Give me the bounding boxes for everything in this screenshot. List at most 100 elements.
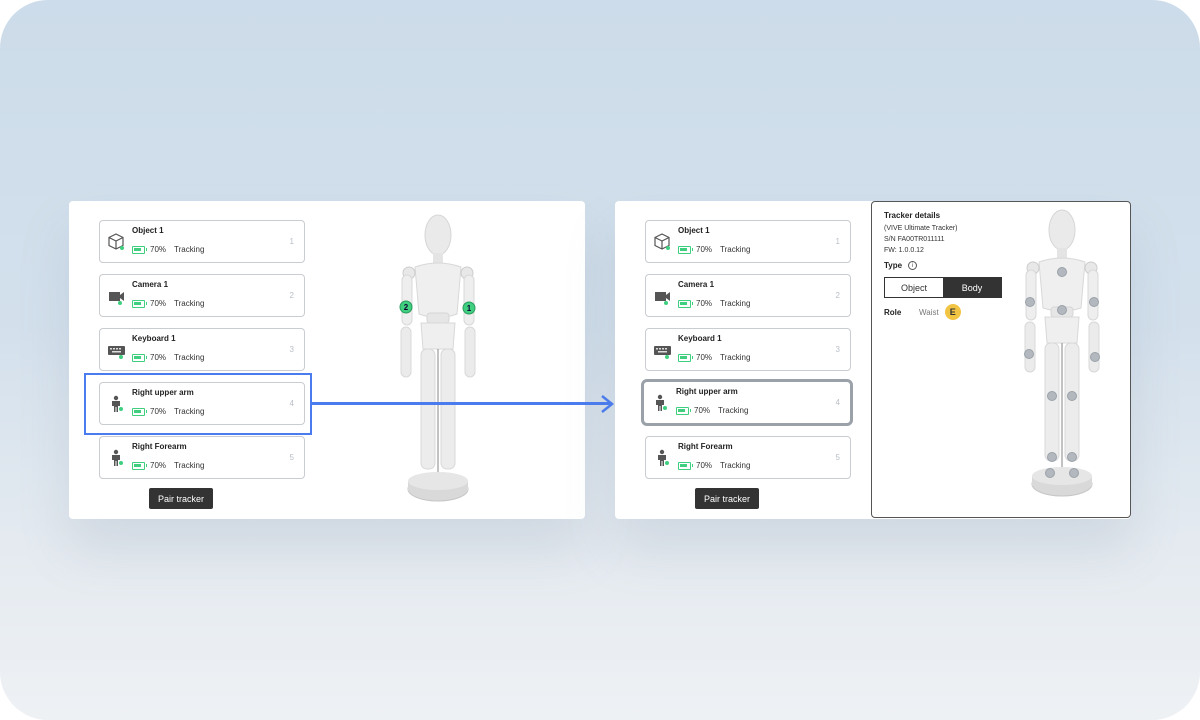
highlight-selection-box [84, 373, 312, 435]
tracker-name: Keyboard 1 [132, 334, 176, 343]
transition-arrow-line [312, 402, 612, 405]
background-frame: Pair tracker 2 1 Object 1 70% Tracking 1… [0, 0, 1200, 720]
tracker-name: Right Forearm [132, 442, 187, 451]
tracker-index: 2 [835, 291, 840, 300]
battery-icon [678, 299, 693, 308]
body-icon [656, 394, 667, 411]
tracker-status-row: 70% Tracking [678, 461, 750, 470]
mannequin-figure-body-points [1024, 209, 1100, 497]
tracker-card-object-1[interactable]: Object 1 70% Tracking 1 [99, 220, 305, 263]
body-point-left-thigh[interactable] [1047, 391, 1057, 401]
tracker-marker-2-label: 2 [404, 303, 409, 312]
tracker-status-row: 70% Tracking [132, 245, 204, 254]
body-point-right-calf[interactable] [1067, 452, 1077, 462]
camera-icon [655, 292, 670, 305]
tracker-index: 4 [835, 398, 840, 407]
battery-icon [132, 245, 147, 254]
body-point-left-upper-arm[interactable] [1025, 297, 1035, 307]
battery-icon [678, 353, 693, 362]
pair-tracker-button[interactable]: Pair tracker [695, 488, 759, 509]
tracking-status: Tracking [720, 461, 751, 470]
tracker-marker-1-label: 1 [467, 304, 472, 313]
tracking-status: Tracking [174, 245, 205, 254]
role-row: Role Waist E [884, 304, 961, 320]
battery-percent: 70% [696, 299, 713, 308]
tracking-status: Tracking [720, 353, 751, 362]
tracker-model: (VIVE Ultimate Tracker) [884, 225, 958, 232]
tracking-status: Tracking [720, 299, 751, 308]
cube-icon [654, 233, 670, 250]
body-point-chest[interactable] [1057, 267, 1067, 277]
keyboard-icon [654, 346, 671, 359]
tracker-name: Camera 1 [132, 280, 169, 289]
body-point-left-calf[interactable] [1047, 452, 1057, 462]
battery-percent: 70% [150, 299, 167, 308]
tracker-serial: S/N FA00TR011111 [884, 236, 945, 243]
tracker-status-row: 70% Tracking [678, 299, 750, 308]
keyboard-icon [108, 346, 125, 359]
battery-percent: 70% [696, 245, 713, 254]
tracker-name: Right Forearm [678, 442, 733, 451]
body-point-left-foot[interactable] [1045, 468, 1055, 478]
tracker-card-camera-1[interactable]: Camera 1 70% Tracking 2 [645, 274, 851, 317]
type-label-text: Type [884, 261, 903, 270]
body-point-waist[interactable] [1057, 305, 1067, 315]
tracking-status: Tracking [174, 461, 205, 470]
type-option-body[interactable]: Body [943, 278, 1001, 297]
body-point-right-thigh[interactable] [1067, 391, 1077, 401]
type-label: Type i [884, 261, 918, 270]
body-point-right-forearm[interactable] [1090, 352, 1100, 362]
tracker-status-row: 70% Tracking [132, 353, 204, 362]
battery-icon [132, 353, 147, 362]
tracker-index: 1 [835, 237, 840, 246]
tracker-card-right-forearm[interactable]: Right Forearm 70% Tracking 5 [99, 436, 305, 479]
battery-percent: 70% [694, 406, 711, 415]
type-option-object[interactable]: Object [885, 278, 943, 297]
tracker-card-selected[interactable]: Right upper arm 70% Tracking 4 [641, 379, 853, 426]
tracker-card-keyboard-1[interactable]: Keyboard 1 70% Tracking 3 [645, 328, 851, 371]
role-value[interactable]: Waist [919, 308, 939, 317]
tracker-status-row: 70% Tracking [676, 406, 748, 415]
battery-percent: 70% [696, 353, 713, 362]
role-badge: E [944, 304, 961, 320]
tracker-index: 2 [289, 291, 294, 300]
battery-icon [678, 461, 693, 470]
tracker-card-keyboard-1[interactable]: Keyboard 1 70% Tracking 3 [99, 328, 305, 371]
body-point-right-foot[interactable] [1069, 468, 1079, 478]
tracker-index: 5 [835, 453, 840, 462]
battery-percent: 70% [150, 353, 167, 362]
battery-icon [132, 299, 147, 308]
mannequin-figure: 2 1 [399, 214, 476, 502]
tracker-index: 1 [289, 237, 294, 246]
battery-icon [676, 406, 691, 415]
battery-percent: 70% [150, 245, 167, 254]
tracker-details-panel: Tracker details (VIVE Ultimate Tracker) … [871, 201, 1131, 518]
tracker-index: 3 [289, 345, 294, 354]
type-segmented-control: Object Body [884, 277, 1002, 298]
tracker-panel-before: Pair tracker 2 1 Object 1 70% Tracking 1… [69, 201, 585, 519]
tracker-card-camera-1[interactable]: Camera 1 70% Tracking 2 [99, 274, 305, 317]
tracker-name: Right upper arm [676, 387, 738, 396]
tracker-name: Object 1 [678, 226, 710, 235]
info-icon[interactable]: i [908, 261, 918, 270]
battery-icon [678, 245, 693, 254]
tracking-status: Tracking [174, 299, 205, 308]
tracker-index: 5 [289, 453, 294, 462]
details-title: Tracker details [884, 211, 941, 220]
tracker-card-object-1[interactable]: Object 1 70% Tracking 1 [645, 220, 851, 263]
body-point-right-upper-arm[interactable] [1089, 297, 1099, 307]
tracker-card-right-forearm[interactable]: Right Forearm 70% Tracking 5 [645, 436, 851, 479]
tracker-name: Keyboard 1 [678, 334, 722, 343]
role-label: Role [884, 307, 902, 317]
tracker-status-row: 70% Tracking [678, 353, 750, 362]
body-point-left-forearm[interactable] [1024, 349, 1034, 359]
tracking-status: Tracking [174, 353, 205, 362]
arrow-right-icon [601, 395, 615, 413]
tracking-status: Tracking [720, 245, 751, 254]
tracker-firmware: FW: 1.0.0.12 [884, 247, 924, 254]
tracker-name: Camera 1 [678, 280, 715, 289]
pair-tracker-button[interactable]: Pair tracker [149, 488, 213, 509]
tracker-status-row: 70% Tracking [678, 245, 750, 254]
cube-icon [108, 233, 124, 250]
tracker-name: Object 1 [132, 226, 164, 235]
